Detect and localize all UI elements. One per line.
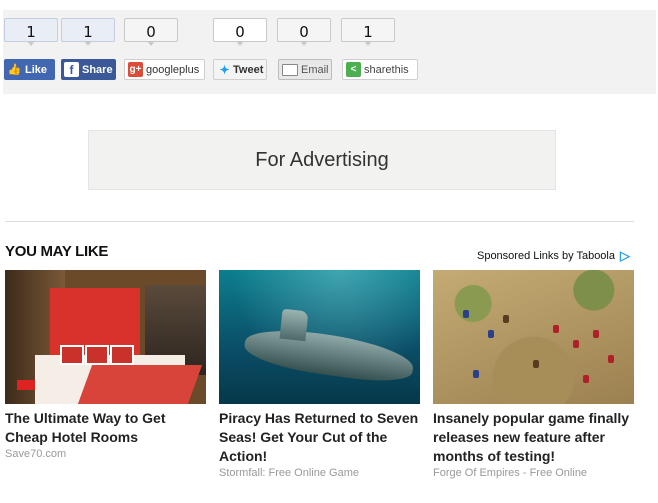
card-title[interactable]: Piracy Has Returned to Seven Seas! Get Y… <box>219 409 420 466</box>
googleplus-count: 0 <box>124 18 178 46</box>
advertising-box[interactable]: For Advertising <box>88 130 556 190</box>
googleplus-button[interactable]: g+ googleplus <box>124 59 205 80</box>
card-source: Stormfall: Free Online Game <box>219 467 359 479</box>
tweet-label: Tweet <box>233 63 264 76</box>
card-title[interactable]: The Ultimate Way to Get Cheap Hotel Room… <box>5 409 206 447</box>
card-source: Forge Of Empires - Free Online <box>433 467 588 479</box>
thumbs-up-icon: 👍 <box>7 64 22 76</box>
advertising-text: For Advertising <box>255 148 389 171</box>
googleplus-label: googleplus <box>146 63 200 76</box>
envelope-icon <box>282 63 298 76</box>
sharethis-label: sharethis <box>364 63 409 76</box>
google-plus-icon: g+ <box>128 62 143 77</box>
share-icon: < <box>346 62 361 77</box>
like-count: 1 <box>4 18 58 46</box>
twitter-bird-icon: ✦ <box>219 62 230 77</box>
sponsored-links-label[interactable]: Sponsored Links by Taboola ▷ <box>477 248 630 264</box>
sharethis-count: 1 <box>341 18 395 46</box>
you-may-like-heading: YOU MAY LIKE <box>5 243 109 260</box>
taboola-icon: ▷ <box>620 248 630 263</box>
facebook-icon: f <box>64 62 79 77</box>
divider <box>5 221 634 222</box>
hotel-room-image[interactable] <box>5 270 206 404</box>
facebook-share-button[interactable]: f Share <box>61 59 116 80</box>
facebook-like-button[interactable]: 👍 Like <box>4 59 55 80</box>
tweet-button[interactable]: ✦ Tweet <box>213 59 267 80</box>
share-count: 1 <box>61 18 115 46</box>
recommendation-card[interactable]: The Ultimate Way to Get Cheap Hotel Room… <box>5 270 206 460</box>
recommendation-card[interactable]: Piracy Has Returned to Seven Seas! Get Y… <box>219 270 420 479</box>
sharethis-button[interactable]: < sharethis <box>342 59 418 80</box>
recommendation-card[interactable]: Insanely popular game finally releases n… <box>433 270 634 479</box>
card-source: Save70.com <box>5 448 67 460</box>
sponsored-text: Sponsored Links by Taboola <box>476 250 615 262</box>
submarine-image[interactable] <box>219 270 420 404</box>
battle-game-image[interactable] <box>433 270 634 404</box>
email-button[interactable]: Email <box>278 59 332 80</box>
email-label: Email <box>301 63 329 76</box>
email-count: 0 <box>277 18 331 46</box>
card-title[interactable]: Insanely popular game finally releases n… <box>433 409 634 466</box>
like-label: Like <box>25 63 48 76</box>
share-bar: 1 1 0 0 0 1 👍 Like f Share g+ googleplus… <box>3 10 656 94</box>
share-label: Share <box>82 63 113 76</box>
tweet-count: 0 <box>213 18 267 46</box>
